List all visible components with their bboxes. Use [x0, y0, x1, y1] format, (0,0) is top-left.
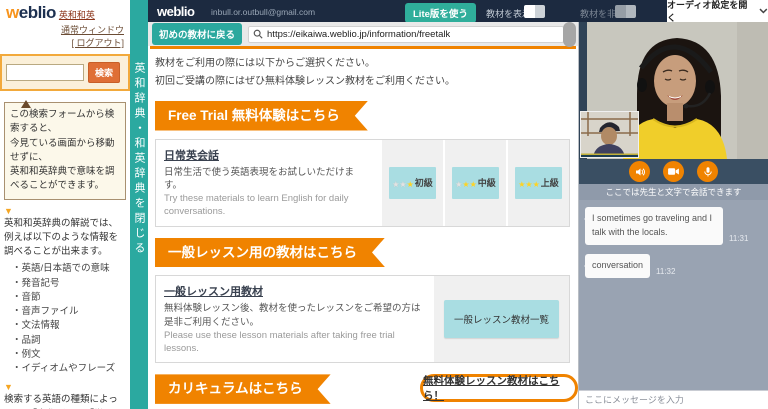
feature-item: イディオムやフレーズ	[12, 362, 126, 376]
close-dictionary-bar[interactable]: 英和辞典・和英辞典を閉じる	[130, 0, 148, 409]
weblio-header-logo: weblio	[157, 4, 195, 19]
dictionary-search-input[interactable]	[6, 64, 84, 82]
student-self-view	[580, 111, 639, 158]
back-to-first-material-button[interactable]: 初めの教材に戻る	[152, 23, 243, 45]
chat-message: conversation 11:32	[583, 253, 762, 278]
content-scrollbar[interactable]	[563, 22, 576, 47]
general-lesson-link[interactable]: 一般レッスン用教材	[164, 283, 263, 299]
chat-bubble: conversation	[583, 253, 651, 278]
feature-item: 品詞	[12, 334, 126, 348]
level-label: 上級	[540, 178, 559, 189]
dict-type-link[interactable]: 英和和英	[59, 10, 95, 20]
dictionary-intro-text: 英和和英辞典の解説では、例えば以下のような情報を調べることが出来ます。	[4, 217, 119, 258]
student-video-feed	[581, 112, 638, 157]
weblio-eikaiwa-lesson-screen: weblio 英和和英 通常ウィンドウ [ ログアウト] 検索 この検索フォームか…	[0, 0, 768, 409]
level-badge-advanced: ★★★ 上級	[515, 166, 562, 199]
daily-english-link[interactable]: 日常英会話	[164, 147, 219, 163]
speaker-button[interactable]	[629, 161, 650, 182]
star-icon: ★	[399, 179, 407, 189]
show-materials-toggle[interactable]	[524, 5, 545, 18]
top-navigation-bar: weblio inbull.or.outbull@gmail.com Lite版…	[148, 0, 768, 23]
section-arrow-icon: ▼	[4, 205, 13, 216]
audio-settings-button[interactable]: オーディオ設定を開く	[667, 0, 768, 23]
chat-timestamp: 11:31	[729, 233, 749, 243]
account-email: inbull.or.outbull@gmail.com	[211, 7, 316, 17]
daily-english-card: 日常英会話 日常生活で使う英語表現をお試しいただけます。 Try these m…	[155, 138, 570, 227]
star-icon: ★	[525, 179, 533, 189]
intro-line-1: 教材をご利用の際には以下からご選択ください。	[155, 58, 375, 69]
call-controls	[579, 159, 768, 184]
level-badge-beginner: ★★★ 初級	[389, 166, 436, 199]
material-toolbar: 初めの教材に戻る https://eikaiwa.weblio.jp/infor…	[148, 22, 578, 46]
level-label: 中級	[477, 178, 496, 189]
teacher-video	[579, 22, 768, 159]
chat-message: I sometimes go traveling and I talk with…	[584, 207, 762, 245]
dictionary-sidebar: weblio 英和和英 通常ウィンドウ [ ログアウト] 検索 この検索フォームか…	[0, 0, 130, 409]
curriculum-banner: カリキュラムはこちら	[155, 374, 331, 404]
dictionary-search-button[interactable]: 検索	[88, 62, 121, 84]
url-text: https://eikaiwa.weblio.jp/information/fr…	[267, 28, 451, 40]
feature-item: 発音記号	[12, 277, 126, 291]
material-content: 教材をご利用の際には以下からご選択ください。 初回ご受講の際にはぜひ無料体験レッ…	[148, 49, 578, 409]
feature-item: 音節	[12, 291, 126, 305]
speaker-icon	[635, 167, 645, 176]
feature-item: 英語/日本語での意味	[12, 262, 126, 276]
general-materials-list-button[interactable]: 一般レッスン教材一覧	[443, 300, 559, 339]
close-dictionary-label: 英和辞典・和英辞典を閉じる	[133, 62, 145, 257]
search-form-tooltip: この検索フォームから検索すると、 今見ている画面から移動せずに、 英和和英辞典で…	[4, 100, 126, 200]
microphone-button[interactable]	[697, 161, 718, 182]
chat-header: ここでは先生と文字で会話できます	[579, 184, 768, 200]
dictionary-note-1: 検索する英語の種類によっては、「変化形」や「学習レベル」を調べべることもできます…	[4, 394, 123, 409]
audio-settings-label: オーディオ設定を開く	[667, 0, 748, 23]
chat-bubble: I sometimes go traveling and I talk with…	[584, 207, 723, 245]
chat-message-input[interactable]	[581, 395, 766, 405]
dictionary-feature-list: 英語/日本語での意味 発音記号 音節 音声ファイル 文法情報 品詞 例文 イディ…	[12, 262, 126, 376]
star-icon: ★	[532, 179, 540, 189]
star-icon: ★	[469, 179, 477, 189]
free-trial-banner: Free Trial 無料体験はこちら	[155, 101, 368, 131]
intro-line-2: 初回ご受講の際にはぜひ無料体験レッスン教材をご利用ください。	[155, 75, 455, 87]
chevron-down-icon	[759, 8, 768, 14]
dictionary-search-form: 検索	[0, 54, 130, 92]
video-chat-panel: ここでは先生と文字で会話できます I sometimes go travelin…	[578, 22, 768, 409]
daily-english-desc-en: Try these materials to learn English for…	[164, 193, 349, 217]
star-icon: ★	[406, 179, 414, 189]
microphone-icon	[703, 166, 712, 176]
chat-timestamp: 11:32	[656, 266, 676, 276]
hide-materials-toggle[interactable]	[615, 5, 636, 18]
feature-item: 音声ファイル	[12, 305, 126, 319]
dictionary-logo-row: weblio 英和和英	[0, 0, 130, 23]
star-icon: ★	[462, 179, 470, 189]
star-rating: ★★★	[455, 174, 477, 192]
chat-input-bar	[579, 390, 768, 409]
logout-link[interactable]: [ ログアウト]	[0, 37, 124, 50]
normal-window-link[interactable]: 通常ウィンドウ	[0, 24, 124, 37]
url-bar[interactable]: https://eikaiwa.weblio.jp/information/fr…	[248, 25, 564, 43]
daily-english-desc-jp: 日常生活で使う英語表現をお試しいただけます。	[164, 166, 355, 192]
lite-version-button[interactable]: Lite版を使う	[405, 3, 476, 23]
level-badge-intermediate: ★★★ 中級	[452, 166, 499, 199]
star-rating: ★★★	[518, 174, 540, 192]
general-lesson-desc-jp: 無料体験レッスン後、教材を使ったレッスンをご希望の方は是非ご利用ください。	[164, 303, 421, 328]
general-lesson-banner: 一般レッスン用の教材はこちら	[155, 238, 385, 268]
feature-item: 文法情報	[12, 319, 126, 333]
general-lesson-card: 一般レッスン用教材 無料体験レッスン後、教材を使ったレッスンをご希望の方は是非ご…	[155, 275, 570, 364]
chat-message-list[interactable]: I sometimes go traveling and I talk with…	[579, 200, 768, 390]
section-arrow-icon: ▼	[4, 382, 13, 393]
level-cell-beginner[interactable]: ★★★ 初級	[380, 139, 443, 226]
camera-button[interactable]	[663, 161, 684, 182]
weblio-logo[interactable]: weblio	[6, 3, 56, 22]
general-lesson-desc-en: Please use these lesson materials after …	[164, 329, 395, 354]
star-rating: ★★★	[392, 174, 414, 192]
level-cell-intermediate[interactable]: ★★★ 中級	[443, 139, 506, 226]
level-label: 初級	[414, 178, 433, 189]
level-cell-advanced[interactable]: ★★★ 上級	[506, 139, 569, 226]
free-trial-materials-overlay-link[interactable]: 無料体験レッスン教材はこちら！	[420, 374, 578, 402]
feature-item: 例文	[12, 348, 126, 362]
lesson-material-panel: 初めの教材に戻る https://eikaiwa.weblio.jp/infor…	[148, 22, 578, 409]
search-icon	[253, 29, 263, 39]
camera-icon	[668, 168, 679, 175]
